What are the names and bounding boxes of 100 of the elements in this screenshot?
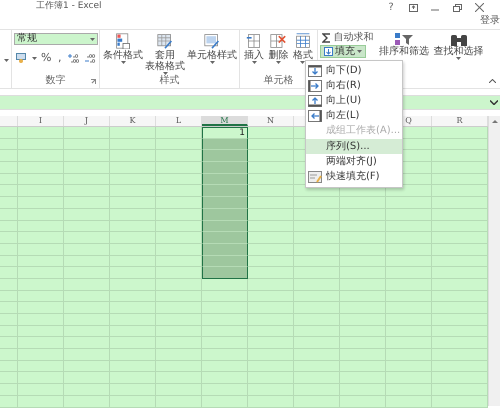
grid-cell[interactable] bbox=[432, 127, 488, 139]
grid-cell[interactable] bbox=[340, 302, 386, 314]
grid-cell[interactable] bbox=[110, 290, 156, 302]
grid-cell[interactable] bbox=[0, 396, 18, 408]
grid-cell[interactable] bbox=[18, 256, 64, 268]
column-header[interactable]: N bbox=[248, 116, 294, 126]
grid-cell[interactable] bbox=[432, 396, 488, 408]
grid-cell[interactable] bbox=[294, 290, 340, 302]
grid-cell[interactable] bbox=[248, 326, 294, 338]
grid-cell[interactable] bbox=[340, 197, 386, 209]
grid-cell[interactable] bbox=[432, 267, 488, 279]
grid-cell[interactable] bbox=[0, 138, 18, 150]
grid-cell[interactable] bbox=[0, 337, 18, 350]
grid-cell[interactable] bbox=[0, 278, 18, 291]
grid-cell[interactable] bbox=[248, 185, 294, 198]
grid-cell[interactable] bbox=[432, 232, 488, 244]
grid-cell[interactable] bbox=[432, 150, 488, 162]
grid-cell[interactable] bbox=[64, 138, 110, 150]
grid-cell[interactable] bbox=[386, 208, 432, 220]
grid-cell[interactable] bbox=[386, 349, 432, 361]
grid-cell[interactable] bbox=[110, 384, 156, 396]
grid-cell[interactable] bbox=[18, 349, 64, 361]
grid-cell[interactable] bbox=[202, 360, 248, 372]
grid-cell[interactable] bbox=[64, 267, 110, 279]
delete-cells-button[interactable]: 删除 bbox=[267, 33, 290, 64]
grid-cell[interactable] bbox=[110, 244, 156, 256]
grid-cell[interactable] bbox=[18, 337, 64, 350]
grid-cell[interactable] bbox=[294, 396, 340, 408]
grid-cell[interactable] bbox=[110, 278, 156, 291]
grid-cell[interactable] bbox=[18, 326, 64, 338]
grid-cell[interactable] bbox=[110, 302, 156, 314]
grid-cell[interactable] bbox=[432, 384, 488, 396]
grid-cell[interactable] bbox=[64, 302, 110, 314]
vertical-scrollbar[interactable] bbox=[488, 116, 500, 406]
grid-cell[interactable] bbox=[432, 220, 488, 232]
grid-cell[interactable] bbox=[202, 302, 248, 314]
grid-cell[interactable] bbox=[156, 150, 202, 162]
grid-cell[interactable] bbox=[0, 384, 18, 396]
help-button[interactable]: ? bbox=[380, 0, 402, 15]
grid-cell[interactable] bbox=[386, 337, 432, 350]
grid-cell[interactable] bbox=[64, 384, 110, 396]
grid-cell[interactable] bbox=[386, 185, 432, 198]
grid-cell[interactable] bbox=[248, 244, 294, 256]
grid-cell[interactable] bbox=[18, 197, 64, 209]
increase-decimal-button[interactable] bbox=[66, 53, 81, 64]
grid-cell[interactable] bbox=[64, 396, 110, 408]
fill-button[interactable]: 填充 bbox=[320, 45, 366, 58]
grid-cell[interactable] bbox=[340, 326, 386, 338]
grid-cell[interactable] bbox=[248, 290, 294, 302]
grid-cell[interactable] bbox=[248, 208, 294, 220]
grid-cell[interactable] bbox=[340, 220, 386, 232]
grid-cell[interactable] bbox=[432, 138, 488, 150]
grid-cell[interactable] bbox=[18, 372, 64, 384]
grid-cell[interactable] bbox=[64, 337, 110, 350]
grid-cell[interactable] bbox=[248, 396, 294, 408]
grid-cell[interactable] bbox=[156, 208, 202, 220]
grid-cell[interactable] bbox=[0, 302, 18, 314]
grid-cell[interactable] bbox=[432, 360, 488, 372]
grid-cell[interactable] bbox=[248, 267, 294, 279]
column-header[interactable]: M bbox=[202, 116, 248, 126]
grid-cell[interactable] bbox=[202, 326, 248, 338]
menu-item[interactable]: 两端对齐(J) bbox=[306, 154, 402, 170]
grid-cell[interactable] bbox=[18, 384, 64, 396]
grid-cell[interactable] bbox=[110, 138, 156, 150]
grid-cell[interactable] bbox=[294, 244, 340, 256]
grid-cell[interactable] bbox=[64, 290, 110, 302]
grid-cell[interactable] bbox=[386, 244, 432, 256]
grid-cell[interactable] bbox=[386, 278, 432, 291]
grid-cell[interactable] bbox=[294, 267, 340, 279]
grid-cell[interactable] bbox=[202, 396, 248, 408]
grid-cell[interactable] bbox=[248, 127, 294, 139]
grid-cell[interactable] bbox=[386, 326, 432, 338]
grid-cell[interactable] bbox=[64, 174, 110, 186]
grid-cell[interactable] bbox=[0, 360, 18, 372]
grid-cell[interactable] bbox=[18, 208, 64, 220]
cell-styles-button[interactable]: 单元格样式 bbox=[186, 33, 238, 64]
grid-cell[interactable] bbox=[340, 360, 386, 372]
grid-cell[interactable] bbox=[156, 302, 202, 314]
grid-cell[interactable] bbox=[0, 162, 18, 174]
grid-cell[interactable] bbox=[110, 267, 156, 279]
grid-cell[interactable] bbox=[156, 360, 202, 372]
grid-cell[interactable] bbox=[64, 197, 110, 209]
grid-cell[interactable] bbox=[248, 174, 294, 186]
grid-cell[interactable] bbox=[248, 314, 294, 326]
grid-cell[interactable] bbox=[432, 208, 488, 220]
grid-cell[interactable] bbox=[294, 314, 340, 326]
conditional-formatting-button[interactable]: 条件格式 bbox=[102, 33, 144, 64]
grid-cell[interactable] bbox=[156, 314, 202, 326]
grid-cell[interactable] bbox=[248, 372, 294, 384]
grid-cell[interactable] bbox=[64, 162, 110, 174]
grid-cell[interactable] bbox=[248, 302, 294, 314]
grid-cell[interactable] bbox=[110, 185, 156, 198]
grid-cell[interactable] bbox=[340, 208, 386, 220]
grid-cell[interactable] bbox=[110, 208, 156, 220]
currency-button[interactable] bbox=[14, 53, 29, 64]
grid-cell[interactable] bbox=[0, 208, 18, 220]
grid-cell[interactable] bbox=[294, 278, 340, 291]
grid-cell[interactable] bbox=[202, 337, 248, 350]
grid-cell[interactable] bbox=[202, 278, 248, 291]
grid-cell[interactable] bbox=[156, 396, 202, 408]
